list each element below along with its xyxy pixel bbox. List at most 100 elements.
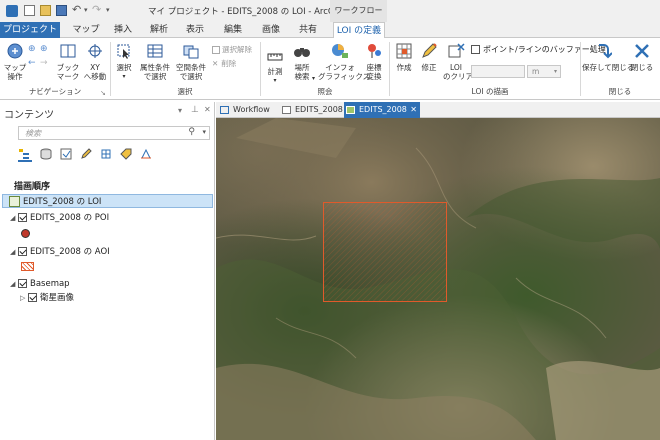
list-by-source-icon[interactable] (40, 148, 52, 162)
layer-poi-row[interactable]: ◢ EDITS_2008 の POI (10, 211, 109, 225)
contents-title: コンテンツ (4, 110, 54, 121)
open-project-icon[interactable] (40, 5, 51, 16)
forward-extent-icon[interactable]: → (40, 58, 48, 68)
group-close-label: 閉じる (608, 87, 632, 96)
table-select-icon (147, 44, 163, 58)
close-button[interactable]: 閉じる (628, 42, 656, 72)
new-project-icon[interactable] (24, 5, 35, 16)
tab-share[interactable]: 共有 (293, 22, 323, 38)
workflow-context-label: ワークフロー (330, 0, 387, 22)
goto-xy-button[interactable]: XY へ移動 (82, 42, 108, 81)
tab-imagery[interactable]: 画像 (256, 22, 286, 38)
layer-visibility-checkbox[interactable] (28, 293, 37, 302)
fixed-zoom-icon[interactable]: ⊕ (40, 44, 48, 54)
list-by-editing-icon[interactable] (80, 148, 92, 162)
aoi-symbol-icon (21, 262, 34, 271)
basemap-row[interactable]: ◢ Basemap (10, 277, 70, 291)
convert-coordinates-button[interactable]: 座標 変換 (362, 42, 386, 81)
measure-button[interactable]: 計測 ▾ (264, 50, 286, 85)
infographics-icon (332, 44, 348, 58)
pushpin-icon (368, 44, 381, 58)
undo-dropdown-icon[interactable]: ▾ (84, 6, 88, 14)
map-view[interactable] (216, 118, 660, 440)
list-by-drawing-order-icon[interactable] (18, 148, 32, 162)
ribbon-separator (110, 42, 111, 96)
explore-hand-icon (7, 43, 23, 59)
buffer-unit-select[interactable]: m ▾ (527, 65, 561, 78)
select-button[interactable]: 選択 ▾ (113, 42, 135, 81)
select-by-location-button[interactable]: 空間条件 で選択 (174, 42, 208, 81)
ribbon-separator (580, 42, 581, 96)
redo-icon[interactable]: ↷ (92, 3, 101, 16)
map-view-tabs: Workflow EDITS_2008 EDITS_2008 LOI✕ (216, 102, 660, 130)
customize-toolbar-icon[interactable]: ▾ (106, 6, 110, 14)
undo-icon[interactable]: ↶ (72, 3, 81, 16)
ribbon-panel: マップ 操作 ⊕ ⊕ ← → ブック マーク XY へ移動 ナビゲーション ↘ … (0, 38, 660, 100)
tab-view[interactable]: 表示 (180, 22, 210, 38)
contents-pane: コンテンツ ▾ ⊥ ✕ 検索 ⚲ ▾ 描画順序 EDITS_2008 の LOI… (0, 102, 215, 440)
tab-edits-2008[interactable]: EDITS_2008 (280, 102, 343, 118)
list-by-labeling-icon[interactable] (120, 148, 132, 162)
search-options-icon[interactable]: ▾ (202, 128, 206, 136)
close-x-icon (635, 44, 649, 58)
group-navigation-label: ナビゲーション (28, 87, 82, 96)
tab-analysis[interactable]: 解析 (144, 22, 174, 38)
buffer-checkbox[interactable] (471, 45, 480, 54)
list-by-perspective-icon[interactable] (140, 148, 152, 162)
drawing-order-label: 描画順序 (14, 182, 51, 192)
group-draw-loi-label: LOI の描画 (471, 87, 509, 96)
collapse-triangle-icon[interactable]: ▷ (20, 291, 28, 305)
locate-button[interactable]: 場所 検索 ▾ (290, 42, 315, 82)
infographics-button[interactable]: インフォ グラフィックス (318, 42, 370, 81)
expand-triangle-icon[interactable]: ◢ (10, 211, 18, 225)
tab-workflow[interactable]: Workflow (218, 102, 276, 118)
clear-loi-button[interactable]: LOI のクリア (443, 42, 473, 81)
loi-hatch-fill (324, 203, 446, 301)
buffer-distance-input[interactable] (471, 65, 525, 78)
group-selection-label: 選択 (177, 87, 193, 96)
layer-visibility-checkbox[interactable] (18, 213, 27, 222)
bookmark-button[interactable]: ブック マーク (55, 42, 81, 81)
layer-visibility-checkbox[interactable] (18, 247, 27, 256)
navigation-launcher-icon[interactable]: ↘ (100, 89, 106, 97)
tab-insert[interactable]: 挿入 (108, 22, 138, 38)
clear-selection-button[interactable]: 選択解除 (212, 44, 252, 55)
tab-project[interactable]: プロジェクト (0, 22, 60, 38)
list-by-selection-icon[interactable] (60, 148, 72, 162)
binoculars-icon (294, 48, 310, 57)
layer-loi-row[interactable]: EDITS_2008 の LOI (2, 194, 213, 208)
delete-x-icon: ✕ (212, 59, 219, 68)
map-icon (9, 196, 20, 207)
map-operate-button[interactable]: マップ 操作 (3, 42, 27, 81)
tab-close-icon[interactable]: ✕ (410, 102, 417, 118)
layer-aoi-row[interactable]: ◢ EDITS_2008 の AOI (10, 245, 110, 259)
pane-menu-icon[interactable]: ▾ (178, 106, 182, 115)
layer-visibility-checkbox[interactable] (18, 279, 27, 288)
modify-loi-button[interactable]: 修正 (418, 42, 440, 72)
list-by-snapping-icon[interactable] (100, 148, 112, 162)
expand-triangle-icon[interactable]: ◢ (10, 277, 18, 291)
back-extent-icon[interactable]: ← (28, 58, 36, 68)
create-loi-button[interactable]: 作成 (393, 42, 415, 72)
delete-button[interactable]: ✕ 削除 (212, 58, 236, 69)
loi-rectangle[interactable] (323, 202, 447, 302)
group-inquiry-label: 照会 (317, 87, 333, 96)
select-dropdown-icon: ▾ (122, 73, 126, 80)
save-close-arrow-icon (599, 44, 613, 59)
expand-triangle-icon[interactable]: ◢ (10, 245, 18, 259)
save-and-close-button[interactable]: 保存して閉じる (582, 42, 634, 72)
ribbon-tab-bar: プロジェクト マップ 挿入 解析 表示 編集 画像 共有 LOI の定義 (0, 22, 660, 39)
save-project-icon[interactable] (56, 5, 67, 16)
imagery-layer-row[interactable]: ▷ 衛星画像 (20, 291, 74, 305)
tab-map[interactable]: マップ (70, 22, 102, 38)
tab-define-loi[interactable]: LOI の定義 (333, 22, 385, 39)
ribbon-separator (260, 42, 261, 96)
tab-edit[interactable]: 編集 (218, 22, 248, 38)
search-icon[interactable]: ⚲ (188, 127, 195, 137)
tab-edits-2008-loi[interactable]: EDITS_2008 LOI✕ (344, 102, 420, 130)
full-extent-icon[interactable]: ⊕ (28, 44, 36, 54)
select-by-attributes-button[interactable]: 属性条件 で選択 (138, 42, 172, 81)
pane-close-icon[interactable]: ✕ (204, 105, 211, 114)
contents-search-input[interactable]: 検索 ⚲ ▾ (18, 126, 210, 140)
pin-icon[interactable]: ⊥ (191, 105, 199, 115)
